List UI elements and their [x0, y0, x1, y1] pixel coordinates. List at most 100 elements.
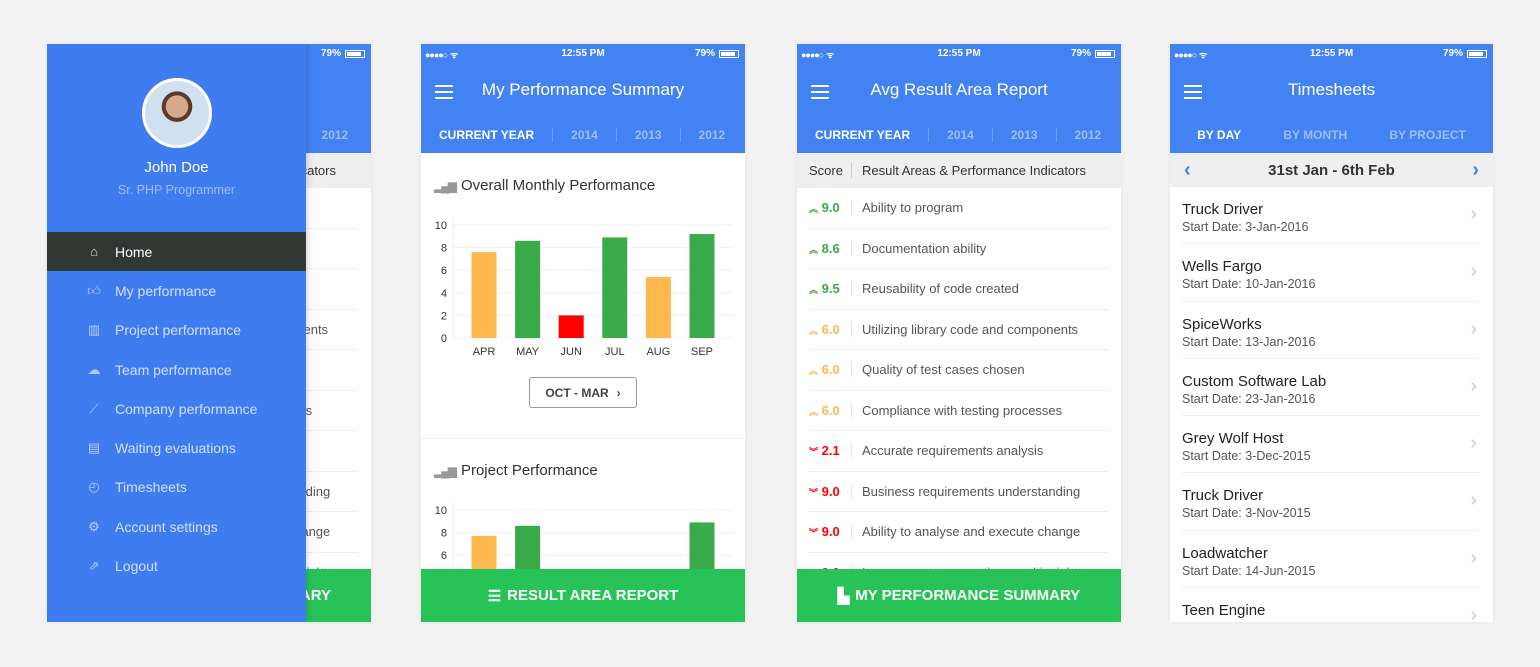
- table-row[interactable]: ︾ 9.0 Ability to analyse and execute chan…: [809, 512, 1108, 553]
- bar-sep: [689, 234, 715, 338]
- indicator-label: Utilizing library code and components: [862, 321, 1079, 337]
- avatar: [142, 78, 212, 148]
- logout-icon: ⇗: [88, 558, 100, 574]
- sidebar-item-label: Company performance: [115, 400, 258, 417]
- result-area-report-button[interactable]: ☰ RESULT AREA REPORT: [421, 569, 745, 622]
- sidebar-item-timesheets[interactable]: ◴ Timesheets: [47, 468, 306, 507]
- score-value: 9.0: [821, 200, 840, 216]
- score: ︾ 9.0: [809, 483, 852, 499]
- score: ︽ 8.6: [809, 240, 852, 256]
- list-item[interactable]: SpiceWorks Start Date: 13-Jan-2016 ›: [1182, 302, 1479, 359]
- sidebar-item-home[interactable]: ⌂ Home: [47, 232, 306, 272]
- list-item[interactable]: Teen Engine ›: [1182, 588, 1479, 622]
- tab-by-month[interactable]: BY MONTH: [1283, 128, 1347, 142]
- status-bar: ●●●●○ ︎ ᯤ 12:55 PM 79%: [797, 44, 1121, 64]
- score-value: 8.6: [821, 240, 840, 256]
- date-range: 31st Jan - 6th Feb: [1268, 161, 1395, 179]
- score: ︽ 9.0: [809, 200, 852, 216]
- list-item[interactable]: Truck Driver Start Date: 3-Nov-2015 ›: [1182, 473, 1479, 531]
- line-chart-icon: ⟋: [89, 400, 99, 416]
- y-tick-label: 8: [441, 243, 447, 255]
- indicator-label: Ability to analyse and execute change: [862, 524, 1081, 540]
- tab-2013[interactable]: 2013: [615, 128, 680, 142]
- score-value: 6.0: [821, 362, 840, 378]
- sidebar-item-account-settings[interactable]: ⚙ Account settings: [47, 507, 306, 546]
- score-value: 2.1: [821, 443, 840, 459]
- item-name: Loadwatcher: [1182, 544, 1268, 562]
- tab-by-day[interactable]: BY DAY: [1197, 128, 1241, 142]
- gear-icon: ⚙: [88, 518, 100, 534]
- tab-2012[interactable]: 2012: [302, 128, 367, 142]
- sidebar-item-company-performance[interactable]: ⟋ Company performance: [47, 389, 306, 428]
- tab-by-project[interactable]: BY PROJECT: [1389, 128, 1465, 142]
- table-row[interactable]: ︽ 8.6 Documentation ability: [809, 229, 1108, 269]
- header: Timesheets BY DAY BY MONTH BY PROJECT: [1170, 64, 1493, 153]
- table-row[interactable]: ︽ 9.0 Ability to program: [809, 188, 1108, 229]
- item-date: Start Date: 14-Jun-2015: [1182, 563, 1316, 578]
- double-chevron-up-icon: ︽: [809, 244, 819, 255]
- my-performance-summary-button[interactable]: ▙ MY PERFORMANCE SUMMARY: [797, 569, 1121, 622]
- item-name: Truck Driver: [1182, 487, 1264, 505]
- page-title: Avg Result Area Report: [870, 80, 1048, 99]
- tab-2014[interactable]: 2014: [552, 128, 616, 142]
- battery-icon: [345, 49, 365, 58]
- item-name: Teen Engine: [1182, 602, 1266, 620]
- previous-week-chevron-icon[interactable]: ‹: [1184, 159, 1191, 182]
- sidebar-item-team-performance[interactable]: ☁ Team performance: [47, 350, 306, 389]
- indicator-label: Business requirements understanding: [862, 483, 1081, 499]
- table-row[interactable]: ︽ 6.0 Utilizing library code and componen…: [809, 310, 1108, 350]
- list-item[interactable]: Truck Driver Start Date: 3-Jan-2016 ›: [1182, 187, 1479, 245]
- sidebar-item-label: Timesheets: [115, 479, 187, 496]
- list-item[interactable]: Grey Wolf Host Start Date: 3-Dec-2015 ›: [1182, 416, 1479, 474]
- tab-2014[interactable]: 2014: [928, 128, 992, 142]
- tab-current-year[interactable]: CURRENT YEAR: [797, 128, 928, 142]
- score-value: 9.5: [821, 281, 840, 297]
- tab-current-year[interactable]: CURRENT YEAR: [421, 128, 552, 142]
- bar-chart-icon: ▂▄▆: [434, 463, 457, 478]
- next-week-chevron-icon[interactable]: ›: [1472, 159, 1479, 182]
- bar-aug: [645, 276, 671, 338]
- navigation-drawer: John Doe Sr. PHP Programmer ⌂ Home 👍︎ My pe…: [47, 44, 306, 622]
- double-chevron-down-icon: ︾: [809, 447, 819, 458]
- y-tick-label: 10: [435, 505, 447, 517]
- list-item[interactable]: Wells Fargo Start Date: 10-Jan-2016 ›: [1182, 244, 1479, 302]
- phone-performance-summary: ●●●●○ ︎ ᯤ 12:55 PM 79% My Performance Su…: [421, 44, 745, 622]
- sidebar-item-project-performance[interactable]: ▥ Project performance: [47, 311, 306, 350]
- table-row[interactable]: ︽ 6.0 Compliance with testing processes: [809, 391, 1108, 431]
- tab-2012[interactable]: 2012: [679, 128, 744, 142]
- section-title-text: Overall Monthly Performance: [460, 177, 656, 194]
- y-tick-label: 6: [441, 265, 447, 277]
- battery-icon: [1467, 49, 1487, 58]
- battery-indicator: 79%: [1443, 48, 1487, 59]
- tab-2012[interactable]: 2012: [1055, 128, 1120, 142]
- table-row[interactable]: ︾ 9.0 Business requirements understanding: [809, 472, 1108, 512]
- table-row[interactable]: ︾ 2.1 Accurate requirements analysis: [809, 431, 1108, 472]
- tab-2013[interactable]: 2013: [991, 128, 1056, 142]
- table-row[interactable]: ︽ 6.0 Quality of test cases chosen: [809, 350, 1108, 391]
- range-button-label: OCT - MAR: [545, 385, 609, 400]
- item-date: Start Date: 3-Nov-2015: [1182, 506, 1311, 521]
- bar-chart-icon: ▙: [837, 587, 850, 605]
- status-bar: ●●●●○ ︎ ᯤ 12:55 PM 79%: [421, 44, 745, 64]
- bar-apr: [471, 252, 497, 338]
- oct-mar-button[interactable]: OCT - MAR ›: [529, 377, 637, 408]
- sidebar-item-logout[interactable]: ⇗ Logout: [47, 546, 306, 585]
- list-item[interactable]: Loadwatcher Start Date: 14-Jun-2015 ›: [1182, 531, 1479, 589]
- x-tick-label: APR: [473, 346, 496, 358]
- score-value: 6.0: [821, 402, 840, 418]
- chevron-right-icon: ›: [1470, 432, 1477, 455]
- score: ︾ 2.1: [809, 443, 852, 459]
- item-name: SpiceWorks: [1182, 315, 1262, 333]
- table-row[interactable]: ︽ 9.5 Reusability of code created: [809, 269, 1108, 310]
- sidebar-item-my-performance[interactable]: 👍︎ My performance: [47, 271, 306, 310]
- sidebar-item-waiting-evaluations[interactable]: ▤ Waiting evaluations: [47, 428, 306, 467]
- indicator-label: Documentation ability: [862, 240, 987, 256]
- y-tick-label: 4: [441, 288, 447, 300]
- year-tabs: CURRENT YEAR 2014 2013 2012: [797, 122, 1121, 148]
- list-item[interactable]: Custom Software Lab Start Date: 23-Jan-20…: [1182, 359, 1479, 417]
- phone-result-area-report: ●●●●○ ︎ ᯤ 12:55 PM 79% Avg Result Area R…: [797, 44, 1121, 622]
- chevron-right-icon: ›: [1470, 203, 1477, 225]
- bar-chart-icon: ▂▄▆: [434, 178, 457, 193]
- score: ︽ 6.0: [809, 402, 852, 418]
- chevron-right-icon: ›: [1470, 604, 1477, 622]
